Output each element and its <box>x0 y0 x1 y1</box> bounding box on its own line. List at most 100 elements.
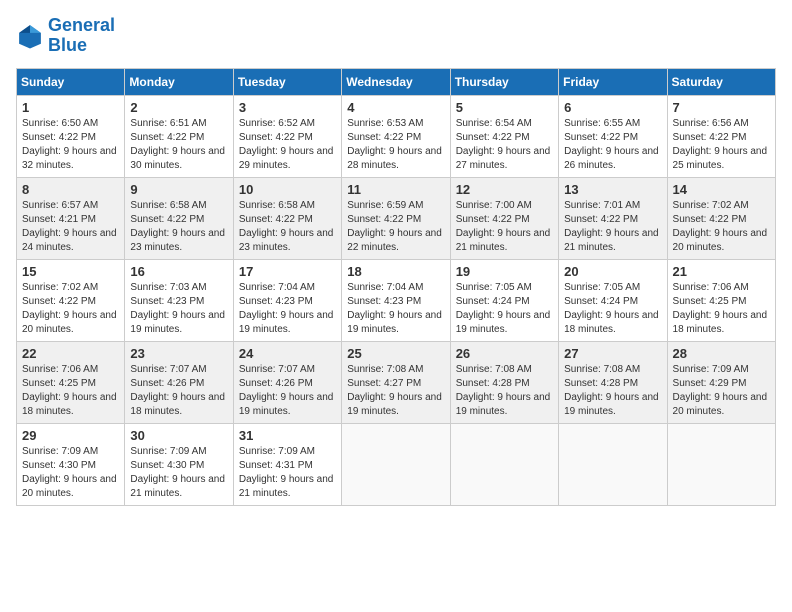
calendar-day-cell: 25 Sunrise: 7:08 AM Sunset: 4:27 PM Dayl… <box>342 341 450 423</box>
day-info: Sunrise: 6:59 AM Sunset: 4:22 PM Dayligh… <box>347 199 444 255</box>
day-info: Sunrise: 7:09 AM Sunset: 4:30 PM Dayligh… <box>22 445 119 501</box>
day-info: Sunrise: 7:06 AM Sunset: 4:25 PM Dayligh… <box>22 363 119 419</box>
day-info: Sunrise: 6:57 AM Sunset: 4:21 PM Dayligh… <box>22 199 119 255</box>
day-number: 11 <box>347 182 444 197</box>
day-number: 20 <box>564 264 661 279</box>
calendar-day-cell: 7 Sunrise: 6:56 AM Sunset: 4:22 PM Dayli… <box>667 95 775 177</box>
day-of-week-header: Sunday <box>17 68 125 95</box>
calendar-week-row: 1 Sunrise: 6:50 AM Sunset: 4:22 PM Dayli… <box>17 95 776 177</box>
day-info: Sunrise: 7:08 AM Sunset: 4:28 PM Dayligh… <box>564 363 661 419</box>
calendar-day-cell: 6 Sunrise: 6:55 AM Sunset: 4:22 PM Dayli… <box>559 95 667 177</box>
day-number: 21 <box>673 264 770 279</box>
calendar-day-cell: 1 Sunrise: 6:50 AM Sunset: 4:22 PM Dayli… <box>17 95 125 177</box>
day-number: 4 <box>347 100 444 115</box>
day-info: Sunrise: 7:04 AM Sunset: 4:23 PM Dayligh… <box>239 281 336 337</box>
calendar-day-cell: 22 Sunrise: 7:06 AM Sunset: 4:25 PM Dayl… <box>17 341 125 423</box>
logo: General Blue <box>16 16 115 56</box>
calendar-day-cell: 14 Sunrise: 7:02 AM Sunset: 4:22 PM Dayl… <box>667 177 775 259</box>
day-info: Sunrise: 7:03 AM Sunset: 4:23 PM Dayligh… <box>130 281 227 337</box>
page-header: General Blue <box>16 16 776 56</box>
day-of-week-header: Monday <box>125 68 233 95</box>
day-number: 17 <box>239 264 336 279</box>
day-info: Sunrise: 6:58 AM Sunset: 4:22 PM Dayligh… <box>239 199 336 255</box>
calendar-body: 1 Sunrise: 6:50 AM Sunset: 4:22 PM Dayli… <box>17 95 776 505</box>
calendar-day-cell: 2 Sunrise: 6:51 AM Sunset: 4:22 PM Dayli… <box>125 95 233 177</box>
day-of-week-header: Saturday <box>667 68 775 95</box>
calendar-day-cell: 31 Sunrise: 7:09 AM Sunset: 4:31 PM Dayl… <box>233 423 341 505</box>
calendar-day-cell: 12 Sunrise: 7:00 AM Sunset: 4:22 PM Dayl… <box>450 177 558 259</box>
day-info: Sunrise: 7:09 AM Sunset: 4:31 PM Dayligh… <box>239 445 336 501</box>
calendar-day-cell: 23 Sunrise: 7:07 AM Sunset: 4:26 PM Dayl… <box>125 341 233 423</box>
calendar-week-row: 8 Sunrise: 6:57 AM Sunset: 4:21 PM Dayli… <box>17 177 776 259</box>
calendar-day-cell <box>450 423 558 505</box>
day-info: Sunrise: 6:53 AM Sunset: 4:22 PM Dayligh… <box>347 117 444 173</box>
day-number: 10 <box>239 182 336 197</box>
calendar-day-cell: 20 Sunrise: 7:05 AM Sunset: 4:24 PM Dayl… <box>559 259 667 341</box>
day-info: Sunrise: 7:02 AM Sunset: 4:22 PM Dayligh… <box>673 199 770 255</box>
day-info: Sunrise: 7:06 AM Sunset: 4:25 PM Dayligh… <box>673 281 770 337</box>
day-number: 24 <box>239 346 336 361</box>
calendar-day-cell: 3 Sunrise: 6:52 AM Sunset: 4:22 PM Dayli… <box>233 95 341 177</box>
calendar-day-cell: 17 Sunrise: 7:04 AM Sunset: 4:23 PM Dayl… <box>233 259 341 341</box>
calendar-day-cell: 29 Sunrise: 7:09 AM Sunset: 4:30 PM Dayl… <box>17 423 125 505</box>
calendar-header-row: SundayMondayTuesdayWednesdayThursdayFrid… <box>17 68 776 95</box>
day-number: 6 <box>564 100 661 115</box>
calendar-day-cell: 24 Sunrise: 7:07 AM Sunset: 4:26 PM Dayl… <box>233 341 341 423</box>
day-of-week-header: Thursday <box>450 68 558 95</box>
day-info: Sunrise: 7:04 AM Sunset: 4:23 PM Dayligh… <box>347 281 444 337</box>
calendar-day-cell <box>342 423 450 505</box>
calendar-day-cell: 26 Sunrise: 7:08 AM Sunset: 4:28 PM Dayl… <box>450 341 558 423</box>
calendar-day-cell: 18 Sunrise: 7:04 AM Sunset: 4:23 PM Dayl… <box>342 259 450 341</box>
day-number: 28 <box>673 346 770 361</box>
day-number: 7 <box>673 100 770 115</box>
calendar-day-cell: 19 Sunrise: 7:05 AM Sunset: 4:24 PM Dayl… <box>450 259 558 341</box>
day-number: 18 <box>347 264 444 279</box>
day-info: Sunrise: 6:52 AM Sunset: 4:22 PM Dayligh… <box>239 117 336 173</box>
day-number: 9 <box>130 182 227 197</box>
day-of-week-header: Wednesday <box>342 68 450 95</box>
day-number: 5 <box>456 100 553 115</box>
calendar-week-row: 15 Sunrise: 7:02 AM Sunset: 4:22 PM Dayl… <box>17 259 776 341</box>
day-info: Sunrise: 7:09 AM Sunset: 4:30 PM Dayligh… <box>130 445 227 501</box>
calendar-day-cell: 9 Sunrise: 6:58 AM Sunset: 4:22 PM Dayli… <box>125 177 233 259</box>
calendar-day-cell: 15 Sunrise: 7:02 AM Sunset: 4:22 PM Dayl… <box>17 259 125 341</box>
day-number: 3 <box>239 100 336 115</box>
calendar-table: SundayMondayTuesdayWednesdayThursdayFrid… <box>16 68 776 506</box>
day-number: 13 <box>564 182 661 197</box>
day-number: 25 <box>347 346 444 361</box>
calendar-day-cell: 30 Sunrise: 7:09 AM Sunset: 4:30 PM Dayl… <box>125 423 233 505</box>
day-info: Sunrise: 7:00 AM Sunset: 4:22 PM Dayligh… <box>456 199 553 255</box>
calendar-day-cell: 21 Sunrise: 7:06 AM Sunset: 4:25 PM Dayl… <box>667 259 775 341</box>
calendar-day-cell <box>667 423 775 505</box>
day-info: Sunrise: 7:07 AM Sunset: 4:26 PM Dayligh… <box>130 363 227 419</box>
day-number: 29 <box>22 428 119 443</box>
day-info: Sunrise: 6:55 AM Sunset: 4:22 PM Dayligh… <box>564 117 661 173</box>
day-of-week-header: Tuesday <box>233 68 341 95</box>
day-number: 14 <box>673 182 770 197</box>
day-number: 30 <box>130 428 227 443</box>
day-number: 23 <box>130 346 227 361</box>
logo-text: General Blue <box>48 16 115 56</box>
day-number: 19 <box>456 264 553 279</box>
day-info: Sunrise: 7:09 AM Sunset: 4:29 PM Dayligh… <box>673 363 770 419</box>
day-info: Sunrise: 6:50 AM Sunset: 4:22 PM Dayligh… <box>22 117 119 173</box>
day-info: Sunrise: 6:51 AM Sunset: 4:22 PM Dayligh… <box>130 117 227 173</box>
calendar-day-cell: 28 Sunrise: 7:09 AM Sunset: 4:29 PM Dayl… <box>667 341 775 423</box>
logo-icon <box>16 22 44 50</box>
day-number: 15 <box>22 264 119 279</box>
day-info: Sunrise: 7:01 AM Sunset: 4:22 PM Dayligh… <box>564 199 661 255</box>
calendar-week-row: 29 Sunrise: 7:09 AM Sunset: 4:30 PM Dayl… <box>17 423 776 505</box>
day-info: Sunrise: 7:02 AM Sunset: 4:22 PM Dayligh… <box>22 281 119 337</box>
calendar-day-cell: 11 Sunrise: 6:59 AM Sunset: 4:22 PM Dayl… <box>342 177 450 259</box>
calendar-day-cell: 8 Sunrise: 6:57 AM Sunset: 4:21 PM Dayli… <box>17 177 125 259</box>
day-info: Sunrise: 6:54 AM Sunset: 4:22 PM Dayligh… <box>456 117 553 173</box>
day-info: Sunrise: 7:05 AM Sunset: 4:24 PM Dayligh… <box>456 281 553 337</box>
day-number: 2 <box>130 100 227 115</box>
day-info: Sunrise: 7:05 AM Sunset: 4:24 PM Dayligh… <box>564 281 661 337</box>
day-info: Sunrise: 7:08 AM Sunset: 4:27 PM Dayligh… <box>347 363 444 419</box>
day-of-week-header: Friday <box>559 68 667 95</box>
day-info: Sunrise: 6:56 AM Sunset: 4:22 PM Dayligh… <box>673 117 770 173</box>
day-number: 12 <box>456 182 553 197</box>
calendar-day-cell: 5 Sunrise: 6:54 AM Sunset: 4:22 PM Dayli… <box>450 95 558 177</box>
day-info: Sunrise: 7:07 AM Sunset: 4:26 PM Dayligh… <box>239 363 336 419</box>
